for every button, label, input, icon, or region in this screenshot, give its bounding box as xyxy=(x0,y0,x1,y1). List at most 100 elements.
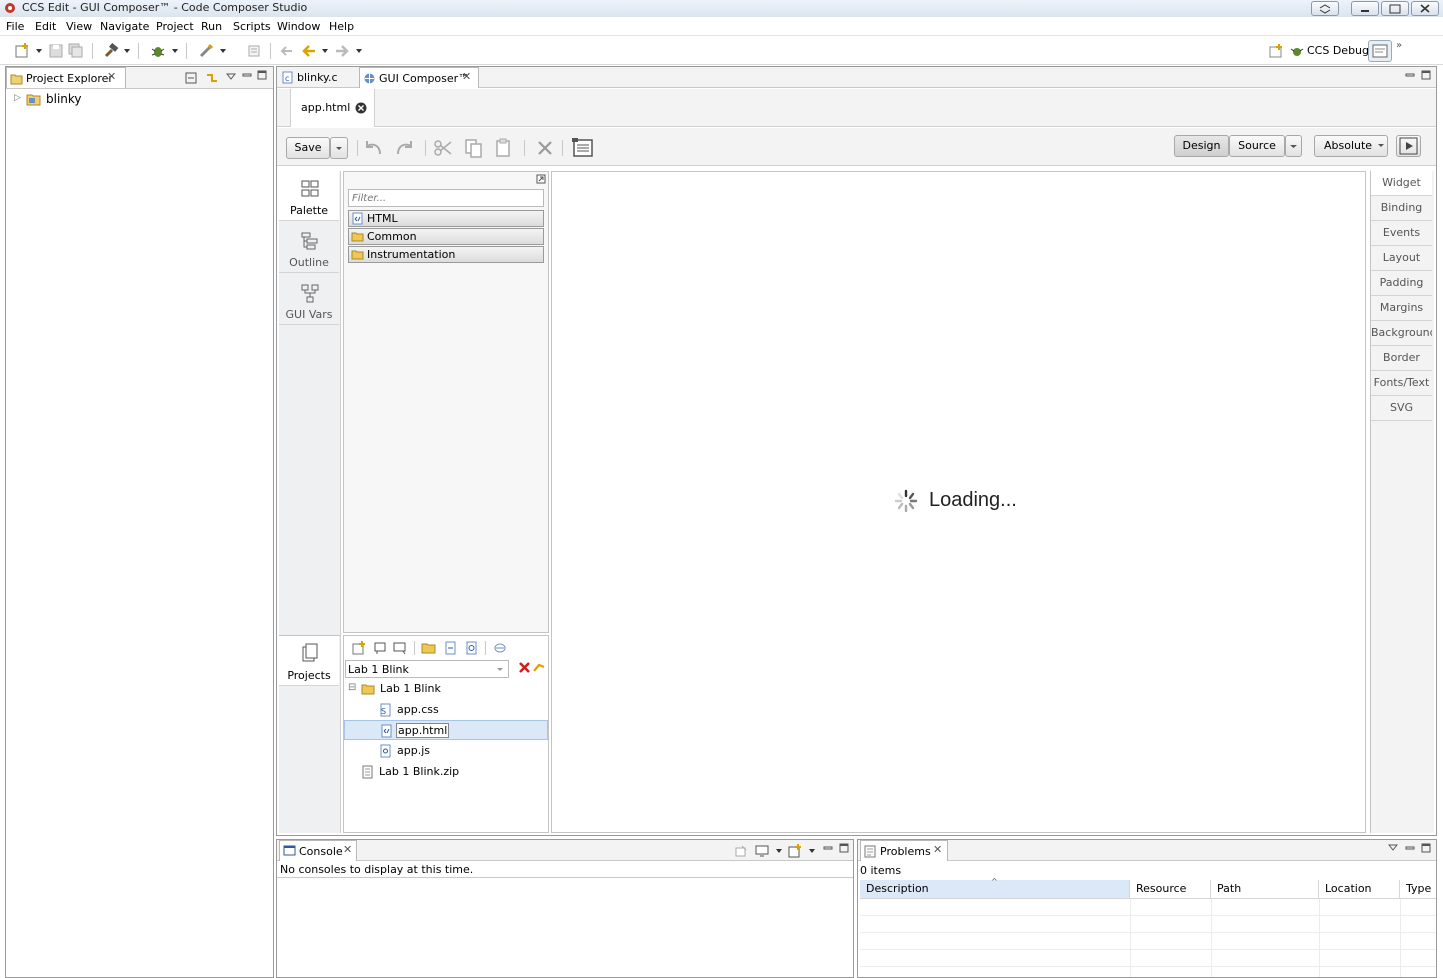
source-mode-button[interactable]: Source xyxy=(1229,135,1285,157)
maximize-view-icon[interactable] xyxy=(839,843,849,853)
delete-project-icon[interactable] xyxy=(518,661,531,674)
forward-icon[interactable] xyxy=(334,43,350,59)
palette-group-html[interactable]: HTML xyxy=(348,210,544,227)
minimize-view-icon[interactable] xyxy=(1405,843,1415,853)
menu-view[interactable]: View xyxy=(66,20,92,33)
close-icon[interactable]: ✕ xyxy=(933,843,942,856)
menu-file[interactable]: File xyxy=(6,20,24,33)
new-dropdown-arrow[interactable] xyxy=(36,49,42,53)
import-icon[interactable] xyxy=(373,641,387,655)
tab-gui-vars[interactable]: GUI Vars xyxy=(279,275,339,325)
maximize-view-icon[interactable] xyxy=(257,70,267,80)
maximize-view-icon[interactable] xyxy=(1421,843,1431,853)
tab-outline[interactable]: Outline xyxy=(279,223,339,273)
restore-window-button[interactable] xyxy=(1311,1,1339,16)
paste-icon[interactable] xyxy=(493,137,515,159)
maximize-view-icon[interactable] xyxy=(1421,70,1431,80)
back-history-icon[interactable] xyxy=(279,43,295,59)
menu-window[interactable]: Window xyxy=(277,20,320,33)
tab-svg[interactable]: SVG xyxy=(1371,396,1432,421)
redo-icon[interactable] xyxy=(393,137,415,159)
tab-problems[interactable]: Problems ✕ xyxy=(860,840,948,861)
close-window-button[interactable] xyxy=(1411,1,1439,16)
back-dropdown-arrow[interactable] xyxy=(322,49,328,53)
tab-project-explorer[interactable]: Project Explorer ✕ xyxy=(6,67,126,88)
tab-blinky-c[interactable]: c blinky.c xyxy=(279,67,359,88)
palette-group-instrumentation[interactable]: Instrumentation xyxy=(348,246,544,263)
minimize-view-icon[interactable] xyxy=(242,70,252,80)
column-type[interactable]: Type xyxy=(1400,880,1436,898)
column-path[interactable]: Path xyxy=(1211,880,1319,898)
display-console-icon[interactable] xyxy=(755,844,769,858)
palette-filter-input[interactable] xyxy=(348,189,544,207)
delete-icon[interactable] xyxy=(534,137,556,159)
tab-gui-composer[interactable]: GUI Composer™ ✕ xyxy=(359,67,479,88)
forward-dropdown-arrow[interactable] xyxy=(356,49,362,53)
tab-layout[interactable]: Layout xyxy=(1371,246,1432,271)
column-location[interactable]: Location xyxy=(1319,880,1400,898)
view-menu-icon[interactable] xyxy=(226,73,236,81)
flash-icon[interactable] xyxy=(198,43,214,59)
menu-edit[interactable]: Edit xyxy=(35,20,56,33)
open-folder-icon[interactable] xyxy=(421,641,437,655)
column-description[interactable]: Description ^ xyxy=(860,877,1130,898)
link-with-editor-icon[interactable] xyxy=(204,70,220,86)
tab-padding[interactable]: Padding xyxy=(1371,271,1432,296)
save-icon[interactable] xyxy=(48,43,64,59)
save-all-icon[interactable] xyxy=(68,43,84,59)
tab-app-html[interactable]: app.html xyxy=(290,89,375,127)
open-console-icon[interactable] xyxy=(788,844,802,858)
menu-project[interactable]: Project xyxy=(156,20,194,33)
column-resource[interactable]: Resource xyxy=(1130,880,1211,898)
export-icon[interactable] xyxy=(393,641,407,655)
debug-bug-icon[interactable] xyxy=(150,43,166,59)
new-icon[interactable] xyxy=(14,43,30,59)
build-hammer-icon[interactable] xyxy=(103,43,119,59)
refresh-file-icon[interactable] xyxy=(465,641,479,655)
close-file-tab-icon[interactable] xyxy=(355,102,367,114)
menu-scripts[interactable]: Scripts xyxy=(233,20,271,33)
pin-console-icon[interactable] xyxy=(734,844,748,858)
menu-run[interactable]: Run xyxy=(201,20,222,33)
palette-group-common[interactable]: Common xyxy=(348,228,544,245)
display-console-dropdown-arrow[interactable] xyxy=(776,849,782,853)
preview-run-button[interactable] xyxy=(1396,135,1421,157)
new-project-icon[interactable] xyxy=(352,641,366,655)
restore-panel-icon[interactable] xyxy=(536,174,546,184)
cut-icon[interactable] xyxy=(432,137,454,159)
debug-dropdown-arrow[interactable] xyxy=(172,49,178,53)
close-icon[interactable]: ✕ xyxy=(343,843,352,856)
tab-border[interactable]: Border xyxy=(1371,346,1432,371)
build-dropdown-arrow[interactable] xyxy=(124,49,130,53)
maximize-window-button[interactable] xyxy=(1381,1,1409,16)
undo-icon[interactable] xyxy=(363,137,385,159)
ccs-edit-perspective-button[interactable] xyxy=(1368,40,1392,62)
design-canvas[interactable]: Loading... xyxy=(551,171,1366,833)
rename-project-icon[interactable] xyxy=(532,661,546,674)
collapse-toggle-icon[interactable]: ⊟ xyxy=(348,682,356,693)
tab-background[interactable]: Background xyxy=(1371,321,1432,346)
ccs-debug-perspective-label[interactable]: CCS Debug xyxy=(1307,44,1369,57)
design-mode-button[interactable]: Design xyxy=(1174,135,1229,157)
flash-dropdown-arrow[interactable] xyxy=(220,49,226,53)
mode-dropdown[interactable] xyxy=(1285,135,1302,157)
collapse-all-icon[interactable] xyxy=(184,71,198,85)
add-file-icon[interactable] xyxy=(444,641,458,655)
menu-help[interactable]: Help xyxy=(329,20,354,33)
close-icon[interactable]: ✕ xyxy=(462,70,471,83)
tree-item-app-html[interactable]: app.html xyxy=(344,720,548,740)
open-console-dropdown-arrow[interactable] xyxy=(809,849,815,853)
more-perspectives-chevron-icon[interactable]: » xyxy=(1396,40,1402,51)
tab-binding[interactable]: Binding xyxy=(1371,196,1432,221)
terminal-icon[interactable] xyxy=(246,43,262,59)
expand-arrow-icon[interactable]: ▷ xyxy=(14,93,21,103)
open-perspective-icon[interactable] xyxy=(1268,43,1284,59)
view-menu-icon[interactable] xyxy=(1388,844,1398,852)
back-icon[interactable] xyxy=(301,43,317,59)
tab-events[interactable]: Events xyxy=(1371,221,1432,246)
tab-projects[interactable]: Projects xyxy=(279,636,339,686)
position-mode-select[interactable]: Absolute xyxy=(1314,135,1388,157)
tab-palette[interactable]: Palette xyxy=(279,171,339,221)
minimize-window-button[interactable] xyxy=(1351,1,1379,16)
save-button[interactable]: Save xyxy=(286,137,330,159)
